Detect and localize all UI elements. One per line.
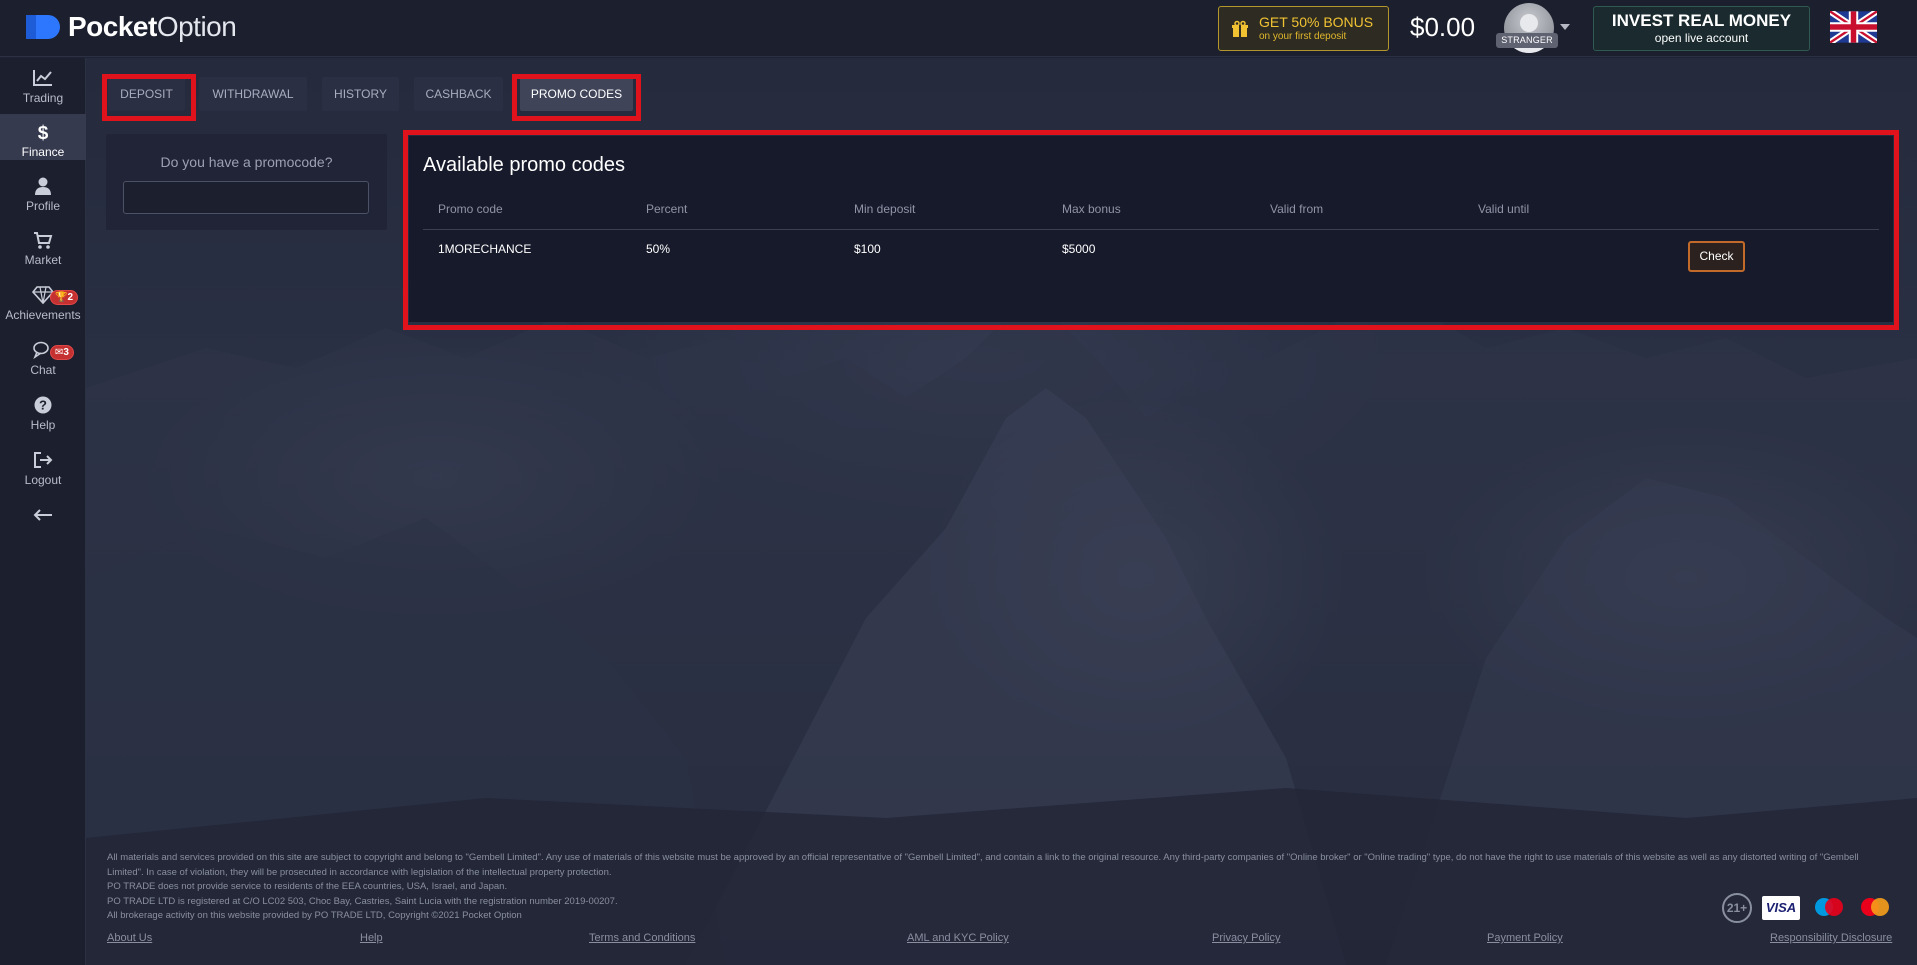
sidebar-item-help[interactable]: ? Help (0, 395, 86, 441)
cart-icon (34, 232, 53, 249)
percent-cell: 50% (646, 242, 671, 256)
sidebar-item-label: Logout (24, 473, 62, 487)
column-header-valid-until: Valid until (1478, 202, 1530, 216)
footer-line: PO TRADE LTD is registered at C/O LC02 5… (107, 895, 618, 907)
mastercard-icon (1861, 898, 1889, 916)
bonus-title: GET 50% BONUS (1259, 13, 1374, 30)
sidebar-item-finance[interactable]: $ Finance (0, 114, 86, 160)
visa-icon: VISA (1762, 896, 1800, 920)
promocode-input[interactable] (123, 181, 369, 214)
sidebar-item-label: Profile (25, 199, 60, 213)
footer-line: All brokerage activity on this website p… (107, 910, 522, 921)
pocket-option-logo[interactable]: PocketOption (24, 11, 237, 42)
chart-line-icon (33, 70, 52, 86)
chevron-down-icon[interactable] (1560, 24, 1570, 30)
footer-link-privacy[interactable]: Privacy Policy (1212, 932, 1280, 944)
question-icon: ? (34, 396, 52, 414)
footer-line: PO TRADE does not provide service to res… (107, 881, 508, 892)
age-restriction-icon: 21+ (1722, 893, 1752, 923)
max-bonus-cell: $5000 (1062, 242, 1096, 256)
trophy-icon: 🏆 (55, 292, 68, 303)
sidebar-item-label: Finance (21, 145, 65, 159)
footer-link-about-us[interactable]: About Us (107, 932, 152, 944)
sidebar-item-label: Achievements (5, 308, 81, 322)
tab-deposit[interactable]: DEPOSIT (108, 77, 185, 111)
user-icon (35, 177, 51, 195)
account-balance[interactable]: $0.00 (1410, 12, 1475, 43)
top-header: PocketOption GET 50% BONUS on your first… (0, 0, 1917, 57)
tab-promo-codes[interactable]: PROMO CODES (520, 77, 633, 111)
invest-real-money-button[interactable]: INVEST REAL MONEY open live account (1593, 6, 1810, 51)
achievements-badge: 🏆2 (50, 290, 79, 305)
maestro-icon (1815, 898, 1843, 916)
tab-history[interactable]: HISTORY (322, 77, 399, 111)
invest-subtitle: open live account (1654, 31, 1749, 45)
logo-bold-text: Pocket (68, 11, 157, 42)
column-header-promo-code: Promo code (438, 202, 503, 216)
sidebar-item-label: Market (24, 253, 62, 267)
sidebar-item-chat[interactable]: Chat (0, 340, 86, 386)
bonus-subtitle: on your first deposit (1259, 30, 1347, 42)
footer-link-terms[interactable]: Terms and Conditions (589, 932, 695, 944)
logo-icon (26, 15, 60, 39)
gift-icon (1232, 20, 1248, 37)
dollar-icon: $ (38, 123, 49, 142)
tab-cashback[interactable]: CASHBACK (414, 77, 503, 111)
min-deposit-cell: $100 (854, 242, 881, 256)
available-promo-codes-title: Available promo codes (423, 154, 625, 176)
sidebar-item-market[interactable]: Market (0, 230, 86, 276)
table-header: Promo code Percent Min deposit Max bonus… (423, 202, 1879, 230)
check-button[interactable]: Check (1688, 241, 1745, 272)
sidebar-item-label: Help (30, 418, 56, 432)
footer-link-help[interactable]: Help (360, 932, 383, 944)
column-header-min-deposit: Min deposit (854, 202, 916, 216)
arrow-left-icon (33, 509, 52, 521)
sidebar-item-trading[interactable]: Trading (0, 68, 86, 114)
svg-text:?: ? (39, 398, 47, 413)
svg-text:$: $ (38, 123, 49, 142)
column-header-percent: Percent (646, 202, 688, 216)
uk-flag-icon[interactable] (1830, 11, 1877, 43)
sidebar-item-logout[interactable]: Logout (0, 450, 86, 496)
footer-line: All materials and services provided on t… (107, 852, 1859, 878)
sidebar-collapse-button[interactable] (0, 505, 86, 529)
get-bonus-button[interactable]: GET 50% BONUS on your first deposit (1218, 6, 1389, 51)
sidebar: Trading $ Finance Profile Market Achieve… (0, 58, 86, 965)
logout-icon (34, 452, 53, 468)
promocode-entry-panel: Do you have a promocode? (106, 134, 387, 230)
footer-link-payment[interactable]: Payment Policy (1487, 932, 1563, 944)
logo-light-text: Option (156, 11, 237, 42)
column-header-valid-from: Valid from (1270, 202, 1324, 216)
sidebar-item-profile[interactable]: Profile (0, 176, 86, 222)
invest-title: INVEST REAL MONEY (1611, 11, 1792, 30)
sidebar-item-label: Trading (22, 91, 64, 105)
chat-badge: ✉3 (50, 345, 74, 360)
footer-link-responsibility[interactable]: Responsibility Disclosure (1770, 932, 1892, 944)
sidebar-item-label: Chat (30, 363, 56, 377)
tab-withdrawal[interactable]: WITHDRAWAL (199, 77, 307, 111)
column-header-max-bonus: Max bonus (1062, 202, 1121, 216)
status-badge: STRANGER (1496, 33, 1558, 48)
footer-link-aml-kyc[interactable]: AML and KYC Policy (907, 932, 1009, 944)
promocode-question: Do you have a promocode? (160, 154, 333, 170)
available-promo-codes-panel: Available promo codes Promo code Percent… (409, 136, 1893, 322)
promo-code-cell: 1MORECHANCE (438, 242, 532, 256)
footer-legal-text: All materials and services provided on t… (107, 851, 1897, 924)
